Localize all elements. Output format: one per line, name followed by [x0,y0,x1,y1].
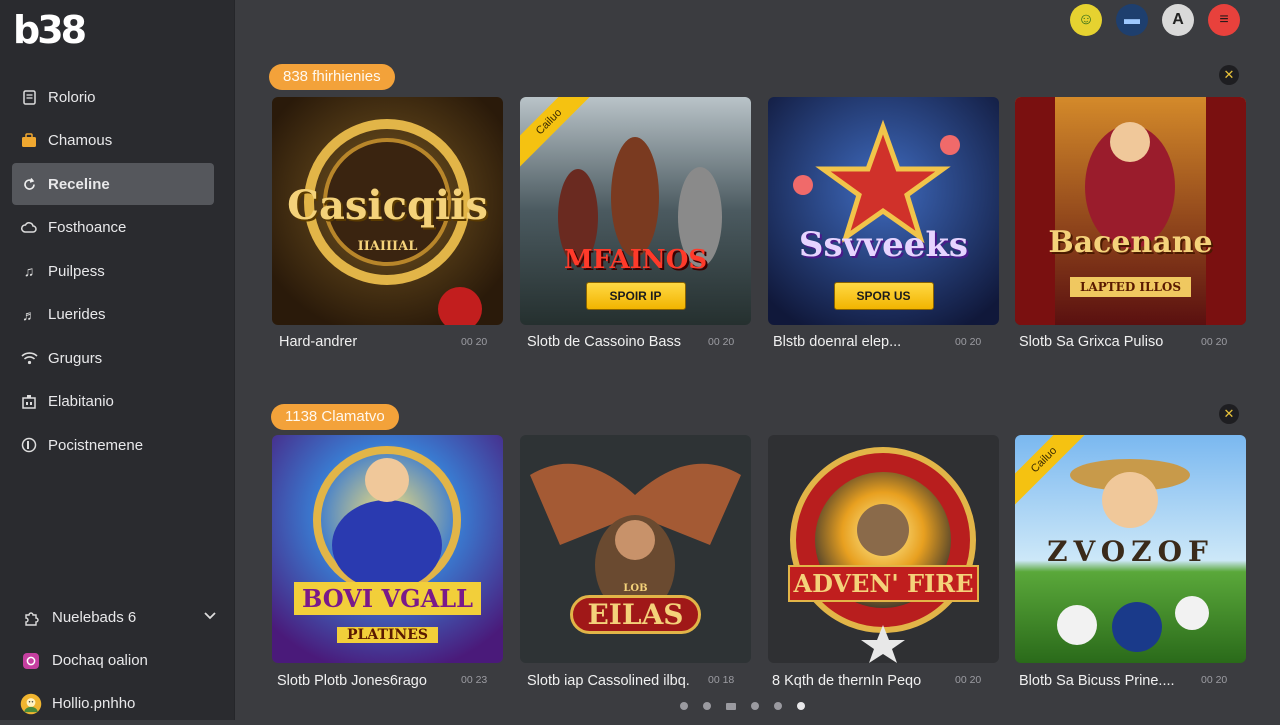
sidebar-item-grugurs[interactable]: Grugurs [12,337,214,379]
game-card[interactable]: Cailuo MFAINOS SPOIR IP [520,97,751,325]
game-title[interactable]: 8 Kqth de thernIn Peqo [772,673,921,689]
sidebar-item-receline[interactable]: Receline [12,163,214,205]
briefcase-icon [20,132,38,150]
building-icon [20,393,38,411]
game-card[interactable]: Bacenane LAPTED ILLOS [1015,97,1246,325]
cloud-icon [20,219,38,237]
game-card[interactable]: BOVI VGALL PLATINES [272,435,503,663]
sidebar-nav: Rolorio Chamous Receline Fosthoance ♫ Pu… [12,76,214,468]
sidebar-item-chamous[interactable]: Chamous [12,120,214,162]
sidebar-item-nuelebads[interactable]: Nuelebads 6 [12,596,222,639]
wifi-icon [20,349,38,367]
sidebar-item-puilpess[interactable]: ♫ Puilpess [12,250,214,292]
header-icons: ☺ ▬ A ≡ [1070,4,1240,36]
contact-icon [20,436,38,454]
flag-icon[interactable]: ▬ [1116,4,1148,36]
sidebar-item-label: Receline [48,175,110,193]
close-icon[interactable]: ✕ [1219,65,1239,85]
pagination-dot-active[interactable] [797,702,805,710]
game-meta: 00 20 [1201,336,1228,348]
game-title[interactable]: Slotb Sa Grixca Puliso [1019,334,1163,350]
refresh-icon [20,175,38,193]
sidebar-item-label: Rolorio [48,88,96,106]
sidebar-item-label: Elabitanio [48,393,114,410]
game-art-title: ADVEN' FIRE [788,565,979,602]
sidebar-item-fosthoance[interactable]: Fosthoance [12,207,214,249]
music-note-icon: ♫ [23,263,35,279]
game-title[interactable]: Slotb Plotb Jones6rago [277,673,427,689]
game-art-subtitle: LOB [623,583,648,594]
brand-logo[interactable]: b38 [13,8,87,52]
section-title[interactable]: 838 fhirhienies [269,64,395,90]
sidebar-item-label: Fosthoance [48,219,127,236]
game-art-title: BOVI VGALL [294,582,481,615]
game-meta: 00 20 [955,336,982,348]
game-card[interactable]: Casicqiis IIAIIIAL [272,97,503,325]
music-notes-icon: ♬ [22,306,36,323]
game-title[interactable]: Blotb Sa Bicuss Prine.... [1019,673,1175,689]
sidebar-item-elabitanio[interactable]: Elabitanio [12,381,214,423]
game-title[interactable]: Blstb doenral elep... [773,334,901,350]
pagination [680,702,805,710]
sidebar-item-label: Luerides [48,306,106,323]
puzzle-icon [20,607,42,629]
chevron-down-icon[interactable] [204,608,216,623]
sidebar-item-dochaq[interactable]: Dochaq oalion [12,639,222,682]
play-button[interactable]: SPOIR IP [585,282,686,310]
game-art-title: Ssvveeks [798,225,969,265]
letter-a-icon[interactable]: A [1162,4,1194,36]
pagination-dot[interactable] [751,702,759,710]
play-button[interactable]: SPOR US [833,282,934,310]
sidebar-item-label: Chamous [48,132,113,149]
camera-icon [20,650,42,672]
avatar [20,693,42,715]
game-art-title: Bacenane [1048,225,1213,260]
game-meta: 00 23 [461,674,488,686]
pagination-dot[interactable] [774,702,782,710]
game-art-subtitle: PLATINES [337,627,438,643]
game-meta: 00 20 [708,336,735,348]
section-title[interactable]: 1138 Clamatvo [271,404,399,430]
close-icon[interactable]: ✕ [1219,404,1239,424]
document-icon [20,88,38,106]
game-art-title: MFAINOS [563,245,708,275]
sidebar-item-luerides[interactable]: ♬ Luerides [12,294,214,336]
game-art-title: Casicqiis [287,182,488,229]
menu-icon[interactable]: ≡ [1208,4,1240,36]
game-meta: 00 18 [708,674,735,686]
sidebar-item-label: Pocistnemene [48,436,144,454]
pagination-dot[interactable] [703,702,711,710]
game-title[interactable]: Slotb de Cassoino Bass [527,334,681,350]
sidebar: b38 Rolorio Chamous Receline Fosthoance [0,0,235,720]
game-meta: 00 20 [1201,674,1228,686]
sidebar-item-label: Hollio.pnhho [52,695,136,712]
pagination-dot[interactable] [726,702,736,710]
sidebar-item-rolorio[interactable]: Rolorio [12,76,214,118]
game-art-subtitle: IIAIIIAL [357,239,418,254]
sidebar-item-profile[interactable]: Hollio.pnhho [12,682,222,725]
smiley-icon[interactable]: ☺ [1070,4,1102,36]
sidebar-item-label: Grugurs [48,349,103,367]
game-meta: 00 20 [461,336,488,348]
sidebar-item-label: Puilpess [48,262,105,280]
sidebar-bottom: Nuelebads 6 Dochaq oalion Hollio.pnhho [12,596,222,725]
game-title[interactable]: Slotb iap Cassolined ilbq. [527,673,690,689]
game-art-subtitle: LAPTED ILLOS [1070,277,1191,297]
game-title[interactable]: Hard-andrer [279,334,357,350]
game-art-title: EILAS [570,595,701,634]
game-card[interactable]: Cailuo ZVOZOF [1015,435,1246,663]
game-card[interactable]: Ssvveeks SPOR US [768,97,999,325]
game-art [768,435,999,663]
sidebar-item-pocistnemene[interactable]: Pocistnemene [12,424,214,466]
game-meta: 00 20 [955,674,982,686]
sidebar-item-label: Nuelebads 6 [52,609,137,626]
sidebar-item-label: Dochaq oalion [52,652,148,669]
game-card[interactable]: ADVEN' FIRE [768,435,999,663]
game-card[interactable]: EILAS LOB [520,435,751,663]
game-art-title: ZVOZOF [1047,535,1214,568]
pagination-dot[interactable] [680,702,688,710]
